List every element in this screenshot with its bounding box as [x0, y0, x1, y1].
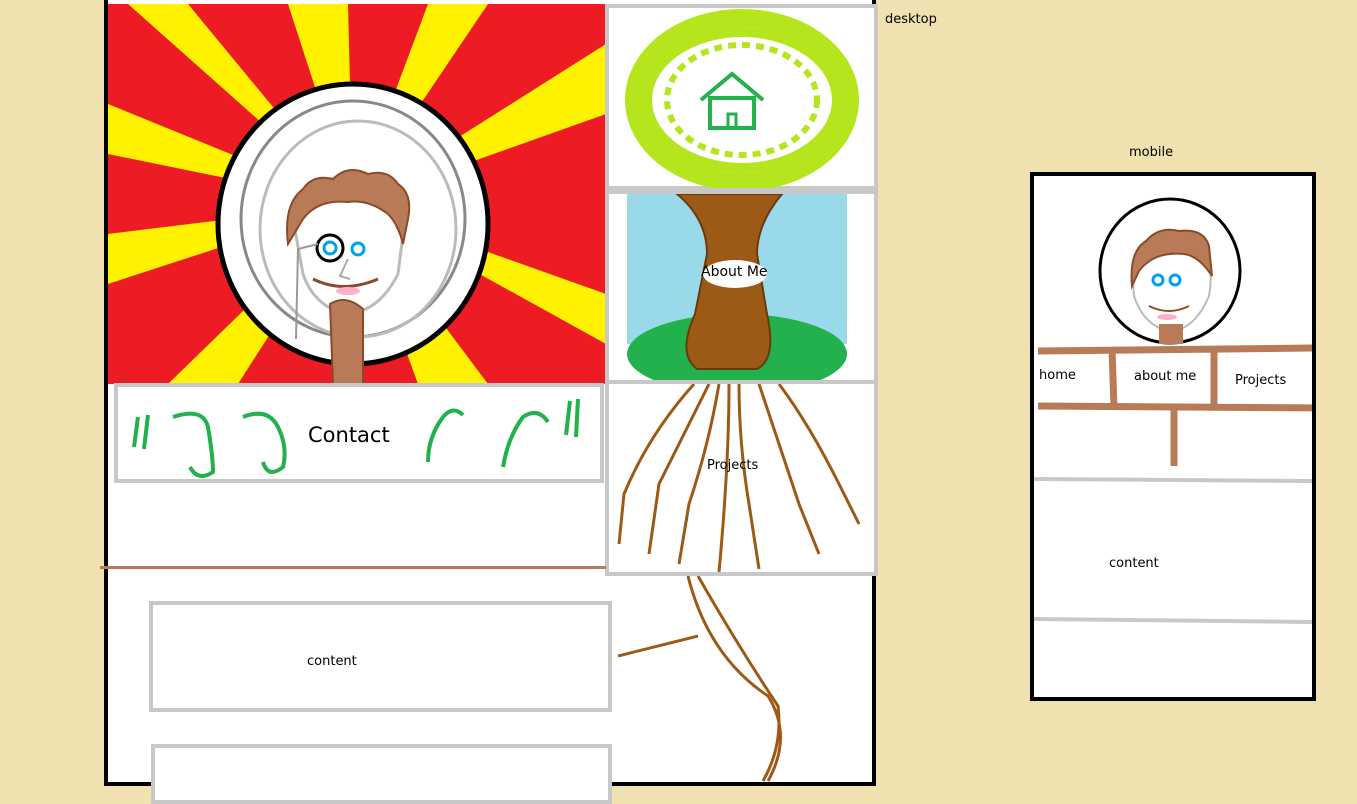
mobile-label: mobile	[1129, 145, 1174, 160]
desktop-mockup: About Me Contact Projects content	[100, 0, 878, 804]
house-icon[interactable]	[697, 70, 767, 132]
section-divider	[100, 566, 606, 569]
content-label: content	[307, 654, 357, 669]
root-trail	[618, 576, 782, 782]
mobile-nav-about[interactable]: about me	[1134, 369, 1196, 384]
nav-about-box[interactable]: About Me	[605, 190, 878, 386]
nav-about-label[interactable]: About Me	[701, 264, 768, 280]
mobile-header-art	[1034, 197, 1312, 624]
nav-projects-label[interactable]: Projects	[707, 458, 758, 473]
content-block	[151, 744, 612, 804]
header-sun-banner	[108, 4, 606, 384]
nav-home-box[interactable]	[605, 4, 878, 190]
desktop-label: desktop	[885, 12, 937, 27]
tree-roots	[617, 384, 861, 572]
mobile-nav-projects[interactable]: Projects	[1235, 373, 1286, 388]
nav-contact-box[interactable]: Contact	[114, 383, 604, 483]
mobile-mockup: home about me Projects content	[1030, 172, 1316, 701]
mobile-nav-home[interactable]: home	[1039, 368, 1076, 383]
nav-contact-label[interactable]: Contact	[308, 423, 390, 447]
nav-projects-box[interactable]: Projects	[605, 380, 878, 576]
content-block: content	[149, 601, 612, 712]
tree-trunk-scene	[627, 194, 847, 384]
mobile-content-label: content	[1109, 556, 1159, 571]
